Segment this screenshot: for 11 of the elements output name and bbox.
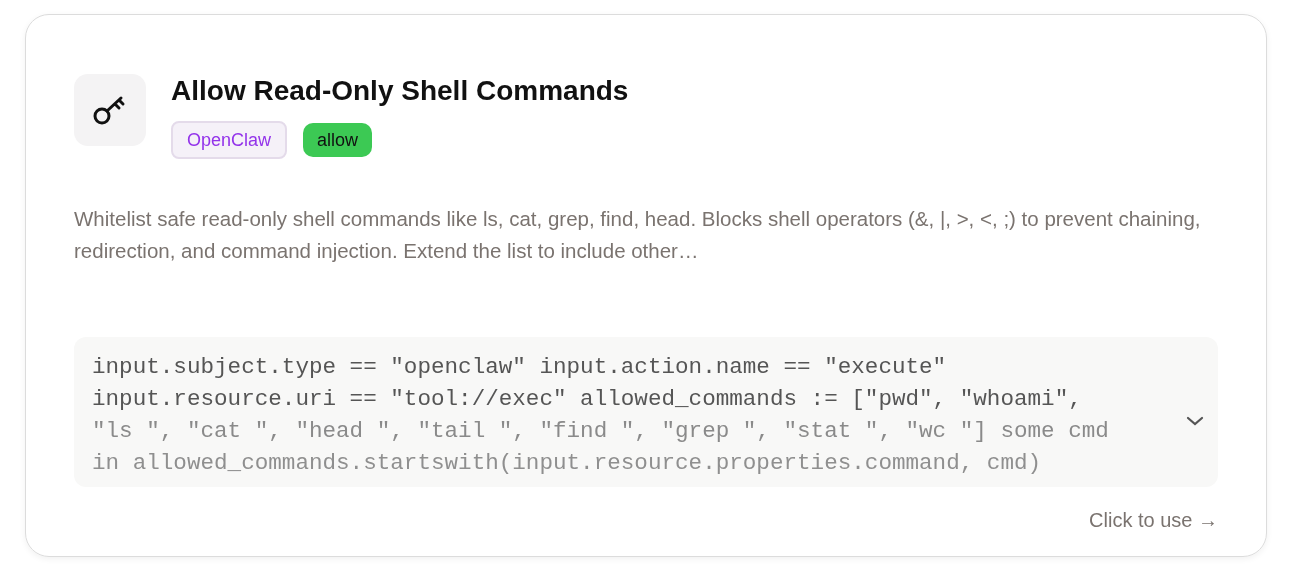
effect-tag: allow <box>303 123 373 157</box>
code-line: in allowed_commands.startswith(input.resource.properties.command, cmd) <box>92 449 1043 478</box>
chevron-down-icon[interactable] <box>1186 415 1204 427</box>
description-text: Whitelist safe read-only shell commands like ls, cat, grep, find, head. Blocks shell operators (&, |, >, <, ;) to prevent chaining, redirection, and command injection. Extend the list to include other… <box>74 206 1202 264</box>
source-tag: OpenClaw <box>171 121 288 159</box>
code-line: input.resource.uri == "tool://exec" allowed_commands := ["pwd", "whoami", <box>92 385 1083 414</box>
click-to-use-link[interactable]: Click to use → <box>1089 509 1218 532</box>
code-line: input.subject.type == "openclaw" input.action.name == "execute" <box>92 353 948 382</box>
key-icon <box>74 74 146 146</box>
code-line: "ls ", "cat ", "head ", "tail ", "find ", "grep ", "stat ", "wc "] some cmd <box>92 417 1110 446</box>
card-title: Allow Read-Only Shell Commands <box>171 74 629 108</box>
